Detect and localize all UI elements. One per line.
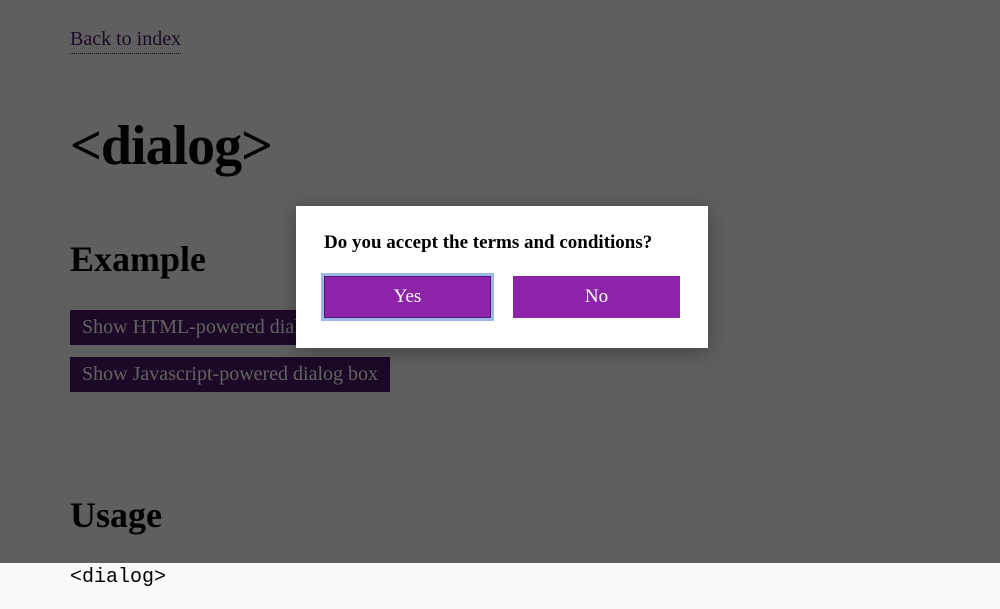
usage-code: <dialog> <box>70 566 930 589</box>
dialog-button-row: Yes No <box>324 276 680 318</box>
dialog-message: Do you accept the terms and conditions? <box>324 232 680 254</box>
modal-backdrop[interactable]: Do you accept the terms and conditions? … <box>0 0 1000 563</box>
no-button[interactable]: No <box>513 276 680 318</box>
yes-button[interactable]: Yes <box>324 276 491 318</box>
dialog-box: Do you accept the terms and conditions? … <box>296 206 708 348</box>
